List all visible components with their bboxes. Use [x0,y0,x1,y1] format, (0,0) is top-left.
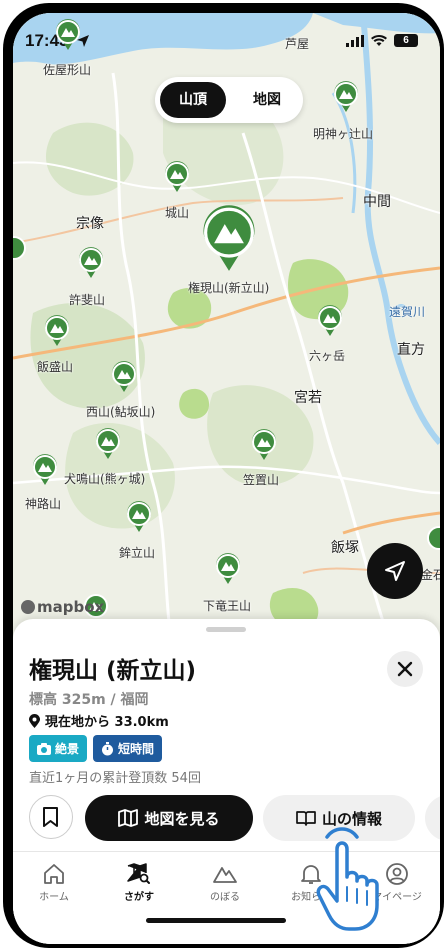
wifi-icon [371,34,387,46]
map-label: 許斐山 [69,293,106,307]
map-label: 飯塚 [331,540,359,556]
device-frame: 17:43 6 山頂 地図 佐屋形山 芦屋 明神ヶ辻山 宗像 城山 中間 権現山… [0,0,447,951]
view-toggle[interactable]: 山頂 地図 [155,77,303,123]
mountain-pin-icon[interactable] [164,161,190,193]
map-label: 中間 [363,194,391,210]
navigation-arrow-icon [385,561,405,581]
mountain-pin-icon[interactable] [111,361,137,393]
map-label: 佐屋形山 [43,63,92,77]
close-icon [397,661,413,677]
map-label: 芦屋 [285,37,310,51]
mapbox-logo-icon [21,600,35,614]
phone-bezel: 17:43 6 山頂 地図 佐屋形山 芦屋 明神ヶ辻山 宗像 城山 中間 権現山… [3,3,444,948]
mountain-pin-icon[interactable] [32,454,58,486]
tap-hand-icon [316,827,379,931]
map-label: 六ヶ岳 [309,349,346,363]
summit-count: 直近1ヶ月の累計登頂数 54回 [29,771,201,786]
view-map-button[interactable]: 地図を見る [85,795,253,841]
battery-icon: 6 [394,34,418,47]
map-label: 笠置山 [243,473,280,487]
more-action-button[interactable] [425,795,440,841]
tab-label: さがす [124,892,154,903]
mountain-pin-icon[interactable] [317,305,343,337]
distance-text: 現在地から 33.0km [45,715,169,730]
tag-scenic: 絶景 [29,735,88,762]
map-label: 西山(鮎坂山) [86,405,156,419]
mountain-title: 権現山 (新立山) [29,658,197,684]
map-label: 権現山(新立山) [188,281,270,295]
mountain-pin-icon[interactable] [426,525,440,557]
mountain-pin-icon[interactable] [126,501,152,533]
mountain-pin-icon[interactable] [13,235,27,267]
mountain-icon [213,867,237,883]
home-icon [44,864,64,884]
map-label: 城山 [165,206,190,220]
mountain-pin-icon[interactable] [333,81,359,113]
map-label: 犬鳴山(熊ヶ城) [64,472,146,486]
tab-climb[interactable]: のぼる [185,860,265,903]
map-label: 明神ヶ辻山 [313,127,374,141]
map-label: 金石 [421,568,440,582]
mountain-pin-icon[interactable] [95,428,121,460]
tag-short: 短時間 [93,735,163,762]
tab-search[interactable]: さがす [99,860,179,903]
mountain-pin-icon[interactable] [215,553,241,585]
mountain-elevation: 標高 325m / 福岡 [29,692,149,708]
tab-home[interactable]: ホーム [14,860,94,903]
stopwatch-icon [102,741,114,755]
map-label: 鉾立山 [119,546,156,560]
mountain-pin-icon[interactable] [251,429,277,461]
sheet-grabber[interactable] [206,627,246,632]
selected-mountain-pin-icon[interactable] [201,205,257,273]
screen: 17:43 6 山頂 地図 佐屋形山 芦屋 明神ヶ辻山 宗像 城山 中間 権現山… [13,13,440,944]
mountain-tags: 絶景 短時間 [29,735,163,762]
mountain-distance: 現在地から 33.0km [29,711,169,730]
tab-label: ホーム [39,892,69,903]
map-label: 神路山 [25,497,62,511]
map-label: 宗像 [76,216,104,232]
mountain-pin-icon[interactable] [44,315,70,347]
map-label: 飯盛山 [37,360,74,374]
map-label: 遠賀川 [389,305,426,319]
bookmark-button[interactable] [29,795,73,839]
signal-icon [346,34,364,47]
mountain-pin-icon[interactable] [55,19,81,51]
close-button[interactable] [387,651,423,687]
map-label: 宮若 [294,390,322,406]
tag-label: 短時間 [118,742,155,756]
mountain-pin-icon[interactable] [78,247,104,279]
map-icon [118,809,139,827]
map-search-icon [127,863,150,884]
mapbox-label: mapbox [37,598,105,616]
book-icon [296,811,316,826]
bookmark-icon [43,807,58,827]
map-label: 下竜王山 [203,599,252,613]
tab-label: のぼる [210,892,240,903]
home-indicator[interactable] [146,918,286,923]
toggle-map[interactable]: 地図 [235,82,299,118]
status-indicators: 6 [346,34,418,47]
tag-label: 絶景 [55,742,80,756]
camera-icon [37,742,51,755]
current-location-button[interactable] [367,543,423,599]
map-label: 直方 [397,342,425,358]
mapbox-attribution: mapbox [21,598,104,616]
map-pin-icon [29,713,40,728]
view-map-label: 地図を見る [144,809,220,828]
toggle-summit[interactable]: 山頂 [160,82,226,118]
